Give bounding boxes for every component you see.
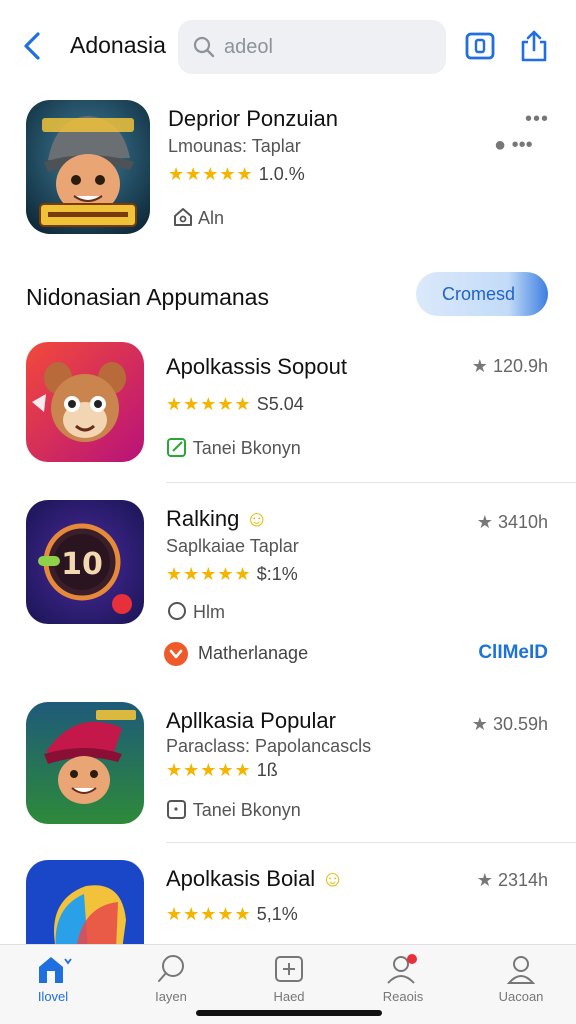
- action-label: Tanei Bkonyn: [192, 438, 301, 458]
- app-icon: [26, 342, 144, 462]
- featured-app-subtitle: Lmounas: Taplar: [168, 136, 301, 156]
- divider: [166, 842, 576, 843]
- emoji-icon: ☺: [245, 506, 268, 531]
- chat-icon: [158, 955, 184, 982]
- action-label: Tanei Bkonyn: [192, 800, 301, 820]
- search-text: adeol: [224, 36, 273, 58]
- rating-value: 1ß: [256, 760, 278, 780]
- app-meta: ★ 2314h: [477, 870, 548, 891]
- search-icon: [193, 36, 215, 58]
- app-subtitle: Saplkaiae Taplar: [166, 536, 299, 556]
- tab-label: Iayen: [155, 989, 187, 1004]
- featured-action-label: Aln: [198, 208, 225, 228]
- tab-label: Haed: [273, 989, 305, 1004]
- app-action[interactable]: Tanei Bkonyn: [166, 798, 301, 821]
- more-options-icon[interactable]: ● •••: [494, 134, 533, 157]
- app-rating: ★★★★★ 5,1%: [166, 904, 298, 925]
- emoji-icon: ☺: [321, 866, 344, 891]
- app-name[interactable]: Apolkassis Sopout: [166, 354, 347, 380]
- app-title: Adonasia: [70, 32, 166, 58]
- rating-value: 1.0.%: [258, 164, 305, 184]
- meta-value: 120.9h: [492, 356, 548, 376]
- featured-app-action[interactable]: Aln: [172, 206, 224, 229]
- app-name[interactable]: Apolkasis Boial ☺: [166, 866, 344, 892]
- edit-icon: [167, 438, 186, 457]
- meta-value: 30.59h: [492, 714, 548, 734]
- app-name-label: Ralking: [166, 506, 240, 531]
- meta-value: 2314h: [497, 870, 548, 890]
- tab-label: Reaois: [382, 989, 424, 1004]
- app-name[interactable]: Ralking ☺: [166, 506, 268, 532]
- section-button-label: Cromesd: [442, 284, 516, 304]
- sponsor-label: Matherlanage: [198, 643, 309, 663]
- app-rating: ★★★★★ $:1%: [166, 564, 298, 585]
- star-icon: ★: [471, 714, 488, 734]
- tab-label: Uacoan: [498, 989, 544, 1004]
- star-icon: ★: [476, 512, 493, 532]
- app-rating: ★★★★★ 1ß: [166, 760, 278, 781]
- featured-app-rating: ★★★★★ 1.0.%: [168, 164, 305, 185]
- tab-add[interactable]: Haed: [244, 953, 334, 1013]
- tab-search[interactable]: Iayen: [126, 953, 216, 1013]
- app-meta: ★ 3410h: [477, 512, 548, 533]
- rating-value: 5,1%: [256, 904, 298, 924]
- home-indicator: [196, 1010, 382, 1016]
- featured-app-title[interactable]: Deprior Ponzuian: [168, 106, 338, 132]
- top-bar: Adonasia adeol: [0, 0, 576, 92]
- person-icon: [506, 956, 536, 984]
- app-rating: ★★★★★ S5.04: [166, 394, 304, 415]
- app-icon: [26, 702, 144, 824]
- rating-value: $:1%: [256, 564, 298, 584]
- star-rating: ★★★★★: [166, 760, 252, 780]
- sponsor-cta-link[interactable]: ClIMeID: [478, 642, 548, 664]
- section-button[interactable]: Cromesd: [416, 272, 548, 316]
- svg-text:10: 10: [61, 547, 103, 582]
- app-action[interactable]: Hlm: [166, 600, 225, 623]
- action-label: Hlm: [193, 602, 226, 622]
- tab-home[interactable]: Ilovel: [8, 953, 98, 1013]
- plus-square-icon: [275, 956, 303, 982]
- more-icon[interactable]: •••: [525, 108, 549, 131]
- app-icon: 10: [26, 500, 144, 624]
- app-subtitle: Paraclass: Papolancascls: [166, 736, 372, 756]
- section-title: Nidonasian Appumanas: [26, 284, 269, 310]
- app-meta: ★ 120.9h: [472, 356, 548, 377]
- rating-value: S5.04: [256, 394, 304, 414]
- square-icon[interactable]: [462, 28, 498, 64]
- square-outline-icon: [167, 800, 186, 819]
- share-icon[interactable]: [516, 28, 552, 64]
- sponsor-logo-icon: [164, 642, 188, 666]
- home-outline-icon: [174, 208, 192, 226]
- back-icon[interactable]: [18, 28, 48, 64]
- tab-label: Ilovel: [37, 989, 69, 1004]
- meta-value: 3410h: [497, 512, 548, 532]
- app-name-label: Apolkasis Boial: [166, 866, 316, 891]
- star-rating: ★★★★★: [166, 904, 252, 924]
- star-icon: ★: [471, 356, 488, 376]
- app-name[interactable]: Apllkasia Popular: [166, 708, 336, 734]
- featured-app-icon[interactable]: [26, 100, 150, 234]
- home-icon: [39, 957, 72, 983]
- app-meta: ★ 30.59h: [472, 714, 548, 735]
- tab-account[interactable]: Uacoan: [476, 953, 566, 1013]
- star-rating: ★★★★★: [166, 394, 252, 414]
- star-icon: ★: [476, 870, 493, 890]
- divider: [166, 482, 576, 483]
- circle-icon: [168, 602, 186, 620]
- tab-notifications[interactable]: Reaois: [358, 953, 448, 1013]
- user-badge-icon: [387, 954, 417, 984]
- star-rating: ★★★★★: [168, 164, 254, 184]
- app-icon: [26, 860, 144, 944]
- star-rating: ★★★★★: [166, 564, 252, 584]
- app-action[interactable]: Tanei Bkonyn: [166, 436, 301, 459]
- search-field[interactable]: adeol: [178, 20, 446, 74]
